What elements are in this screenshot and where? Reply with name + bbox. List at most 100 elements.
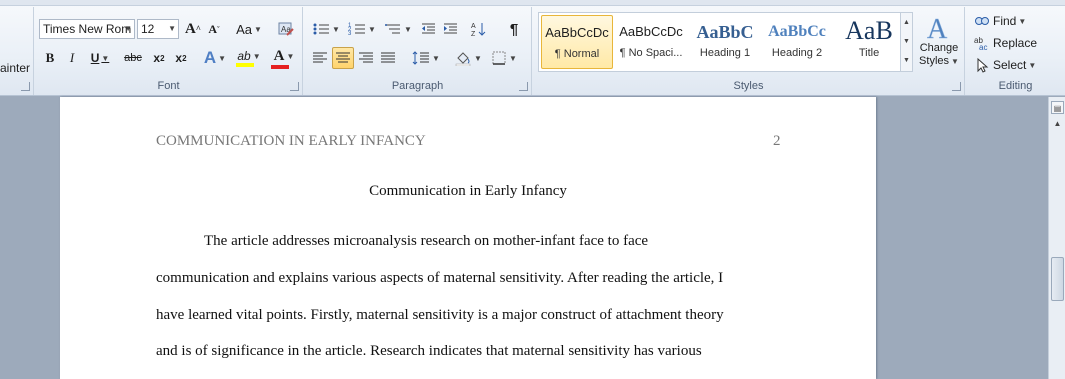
bullets-dropdown-icon: ▼ [332,24,340,34]
align-left-button[interactable] [310,47,330,69]
highlight-color-bar [236,63,254,67]
svg-text:3: 3 [348,31,352,37]
replace-label: Replace [993,36,1038,50]
underline-icon: U [90,51,100,65]
align-center-icon [336,52,350,63]
bold-icon: B [45,50,55,65]
ruler-toggle-icon[interactable]: ▤ [1051,101,1064,114]
clear-formatting-icon: Aa [278,22,294,36]
style-name-no-spacing: ¶ No Spaci... [619,47,683,59]
styles-gallery-scroll[interactable]: ▲ ▼ ▼ [900,13,912,71]
scroll-up-icon[interactable]: ▲ [1051,117,1064,130]
change-styles-label-1: Change [919,42,959,54]
bullets-button[interactable]: ▼ [310,18,342,40]
justify-button[interactable] [378,47,398,69]
select-cursor-icon [977,57,989,73]
ribbon-top-strip [0,0,1065,6]
superscript-icon: x [175,51,183,65]
styles-launcher-icon[interactable] [952,82,961,91]
change-styles-label-2: Styles [919,55,950,67]
gallery-more-icon[interactable]: ▼ [901,51,912,70]
numbering-dropdown-icon: ▼ [368,24,376,34]
body-line: The article addresses microanalysis rese… [204,233,649,249]
gallery-up-icon[interactable]: ▲ [901,13,912,32]
multilevel-list-button[interactable]: ▼ [382,18,414,40]
replace-button[interactable]: ab ac Replace [974,32,1058,54]
scroll-thumb[interactable] [1051,257,1064,301]
style-tile-normal[interactable]: AaBbCcDc ¶ Normal [541,15,613,69]
italic-button[interactable]: I [63,47,81,69]
shrink-font-icon: A [208,21,217,36]
shading-button[interactable]: ▼ [452,47,484,69]
numbering-icon: 123 [348,23,366,37]
borders-button[interactable]: ▼ [488,47,520,69]
document-workspace: COMMUNICATION IN EARLY INFANCY 2 Communi… [0,97,1048,379]
font-name-dropdown-icon[interactable]: ▼ [124,20,132,38]
align-right-button[interactable] [356,47,376,69]
grow-font-button[interactable]: A ^ [183,18,203,40]
svg-text:ac: ac [979,43,987,51]
bold-button[interactable]: B [41,47,59,69]
shrink-font-button[interactable]: Aˇ [205,18,223,40]
text-effects-dropdown-icon: ▼ [218,53,227,63]
change-case-dropdown-icon: ▼ [253,24,262,34]
gallery-down-icon[interactable]: ▼ [901,32,912,51]
superscript-button[interactable]: x2 [171,47,191,69]
numbering-button[interactable]: 123 ▼ [346,18,378,40]
font-size-combo[interactable]: 12 ▼ [137,19,179,39]
subscript-marker: 2 [160,53,165,63]
change-styles-icon: A [927,14,949,42]
line-spacing-button[interactable]: ▼ [410,47,442,69]
strikethrough-button[interactable]: abc [121,47,145,69]
select-label: Select [993,58,1027,72]
show-formatting-button[interactable]: ¶ [504,18,524,40]
subscript-icon: x [153,51,161,65]
vertical-scrollbar[interactable]: ▤ ▲ [1048,97,1065,379]
multilevel-list-icon [385,24,401,34]
style-tile-heading-2[interactable]: AaBbCc Heading 2 [761,15,833,69]
find-label: Find [993,14,1017,28]
editing-group-label: Editing [998,80,1033,92]
highlight-dropdown-icon: ▼ [252,51,261,61]
find-icon [975,17,989,25]
font-name-value: Times New Rom [43,22,132,36]
style-tile-no-spacing[interactable]: AaBbCcDc ¶ No Spaci... [615,15,687,69]
document-page[interactable]: COMMUNICATION IN EARLY INFANCY 2 Communi… [60,97,876,379]
format-painter-button[interactable]: ainter [0,57,32,79]
paragraph-launcher-icon[interactable] [519,82,528,91]
change-styles-button[interactable]: A Change Styles ▼ [916,12,962,76]
style-tile-title[interactable]: AaB Title [833,15,905,69]
decrease-indent-button[interactable] [418,18,438,40]
font-launcher-icon[interactable] [290,82,299,91]
align-left-icon [313,52,327,63]
italic-icon: I [69,50,75,65]
bullets-icon [313,23,330,35]
increase-indent-button[interactable] [440,18,460,40]
highlight-button[interactable]: ab ▼ [233,47,265,69]
text-effects-icon: A [203,48,217,67]
clear-formatting-button[interactable]: Aa [275,18,297,40]
font-color-button[interactable]: A ▼ [269,47,299,69]
select-button[interactable]: Select ▼ [974,54,1046,76]
font-name-combo[interactable]: Times New Rom ▼ [39,19,135,39]
sort-button[interactable]: AZ [468,18,490,40]
style-tile-heading-1[interactable]: AaBbC Heading 1 [689,15,761,69]
borders-dropdown-icon: ▼ [509,53,517,63]
ribbon: ainter Times New Rom ▼ 12 ▼ A ^ Aˇ Aa ▼ Aa… [0,0,1065,96]
find-button[interactable]: Find ▼ [974,10,1034,32]
body-line: have learned vital points. Firstly, mate… [156,307,724,323]
subscript-button[interactable]: x2 [149,47,169,69]
style-sample-heading-2: AaBbCc [768,23,826,40]
underline-button[interactable]: U ▼ [85,47,115,69]
editing-group: Find ▼ ab ac Replace Select ▼ Editing [966,7,1065,95]
style-sample-heading-1: AaBbC [696,22,754,42]
borders-icon [492,51,506,65]
font-color-bar [271,64,289,69]
clipboard-launcher-icon[interactable] [21,82,30,91]
font-group-label: Font [157,80,180,92]
text-effects-button[interactable]: A ▼ [201,47,229,69]
font-size-dropdown-icon[interactable]: ▼ [168,20,176,38]
document-title: Communication in Early Infancy [369,183,567,199]
change-case-button[interactable]: Aa ▼ [233,18,265,40]
align-center-button[interactable] [332,47,354,69]
